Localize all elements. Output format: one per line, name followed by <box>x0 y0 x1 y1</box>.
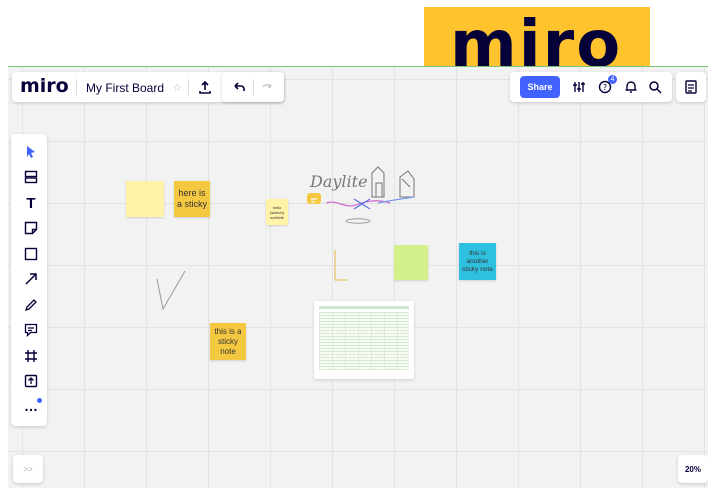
comment-icon[interactable] <box>21 320 41 340</box>
left-toolbar: T … <box>11 134 47 426</box>
bell-icon[interactable] <box>622 78 640 96</box>
upload-icon[interactable] <box>196 78 214 96</box>
search-icon[interactable] <box>646 78 664 96</box>
pen-icon[interactable] <box>21 295 41 315</box>
share-button[interactable]: Share <box>520 76 560 98</box>
miro-brand[interactable]: miro <box>20 75 69 97</box>
redo-icon[interactable] <box>258 78 276 96</box>
expand-panel: >> <box>13 455 43 483</box>
miro-logo-banner: miro <box>424 7 650 67</box>
divider <box>76 79 77 95</box>
zoom-panel: 20% <box>678 455 708 483</box>
divider <box>188 79 189 95</box>
upload-icon[interactable] <box>21 371 41 391</box>
templates-icon[interactable] <box>21 167 41 187</box>
undo-icon[interactable] <box>230 78 248 96</box>
sticky-note-cyan[interactable]: this is another sticky note <box>459 243 496 280</box>
divider <box>253 79 254 95</box>
spreadsheet-header-bar <box>319 306 409 309</box>
svg-text:?: ? <box>603 83 607 92</box>
comment-marker[interactable] <box>307 193 321 204</box>
notes-icon[interactable] <box>682 78 700 96</box>
expand-button[interactable]: >> <box>13 455 43 483</box>
notification-count-badge: 4 <box>608 75 617 84</box>
sticky-note-bottom[interactable]: this is a sticky note <box>210 323 246 360</box>
shape-icon[interactable] <box>21 244 41 264</box>
more-indicator-dot <box>37 398 42 403</box>
star-icon[interactable]: ☆ <box>171 80 183 94</box>
sticky-note-blank-yellow[interactable] <box>126 181 164 217</box>
text-icon[interactable]: T <box>21 193 41 213</box>
embedded-spreadsheet-image[interactable] <box>314 301 414 379</box>
notes-panel <box>676 72 706 102</box>
sketch-text: Daylite <box>309 172 368 191</box>
undo-redo-panel <box>222 72 284 102</box>
top-right-toolbar: Share ? 4 <box>510 72 672 102</box>
sticky-note-icon[interactable] <box>21 218 41 238</box>
frame-icon[interactable] <box>21 346 41 366</box>
board-canvas[interactable]: miro My First Board ☆ Share ? 4 T … here… <box>8 66 708 488</box>
sticky-note[interactable]: here is a sticky <box>174 181 210 217</box>
arrow-icon[interactable] <box>21 269 41 289</box>
board-title[interactable]: My First Board <box>86 81 164 95</box>
logo-banner-text: miro <box>450 8 623 67</box>
sticky-note-green[interactable] <box>394 245 428 280</box>
sticky-note-small[interactable]: hello (sketch) scribble <box>266 199 288 225</box>
settings-sliders-icon[interactable] <box>570 78 588 96</box>
zoom-level[interactable]: 20% <box>678 455 708 483</box>
sketch-checkmark[interactable] <box>154 267 188 311</box>
spreadsheet-grid <box>319 312 409 370</box>
sketch-bracket[interactable] <box>330 249 350 283</box>
select-icon[interactable] <box>21 142 41 162</box>
